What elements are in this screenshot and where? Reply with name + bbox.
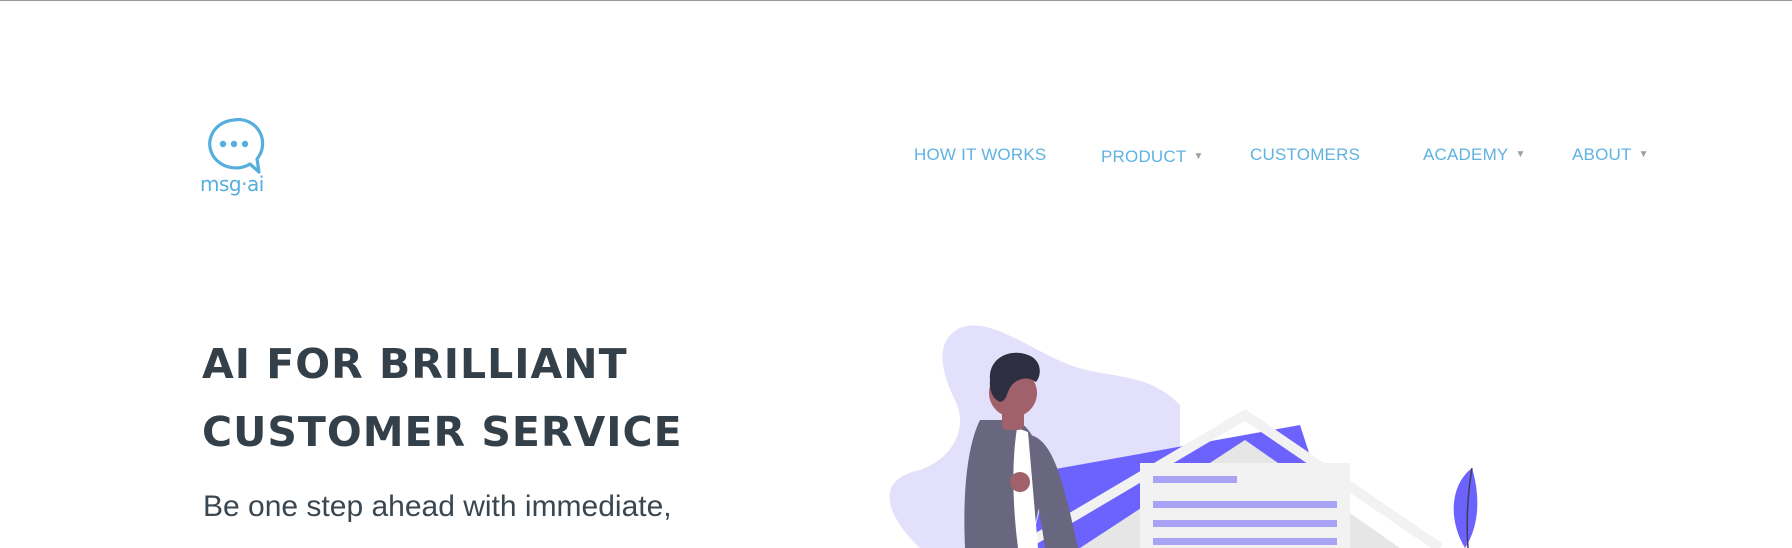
letter-line [1153, 501, 1337, 508]
caret-down-icon: ▼ [1515, 149, 1526, 160]
nav-product[interactable]: PRODUCT ▼ [1101, 147, 1204, 167]
nav-label: ACADEMY [1423, 145, 1509, 164]
headline-line-2: CUSTOMER SERVICE [202, 408, 683, 456]
letter-line [1153, 476, 1237, 483]
nav-customers[interactable]: CUSTOMERS [1250, 145, 1360, 165]
caret-down-icon: ▼ [1193, 151, 1204, 162]
headline-line-1: AI FOR BRILLIANT [202, 340, 628, 388]
top-border [0, 0, 1792, 1]
person-with-envelope-illustration [889, 325, 1478, 548]
brand-name: msg·ai [200, 172, 264, 196]
letter-line [1153, 538, 1337, 545]
hero-headline: AI FOR BRILLIANT CUSTOMER SERVICE [202, 330, 762, 466]
hero-subtext: Be one step ahead with immediate, [203, 490, 672, 523]
nav-label: PRODUCT [1101, 147, 1187, 166]
nav-label: CUSTOMERS [1250, 145, 1361, 164]
nav-about[interactable]: ABOUT ▼ [1572, 145, 1649, 165]
nav-label: ABOUT [1572, 145, 1632, 164]
letter-line [1153, 520, 1337, 527]
leaf [1453, 468, 1478, 548]
nav-label: HOW IT WORKS [914, 145, 1047, 164]
chat-bubble-icon [208, 118, 265, 174]
nav-academy[interactable]: ACADEMY ▼ [1423, 145, 1526, 165]
caret-down-icon: ▼ [1638, 149, 1649, 160]
nav-how-it-works[interactable]: HOW IT WORKS [914, 145, 1046, 165]
person-hand [1010, 472, 1030, 492]
brand-logo[interactable]: msg·ai [198, 118, 274, 204]
